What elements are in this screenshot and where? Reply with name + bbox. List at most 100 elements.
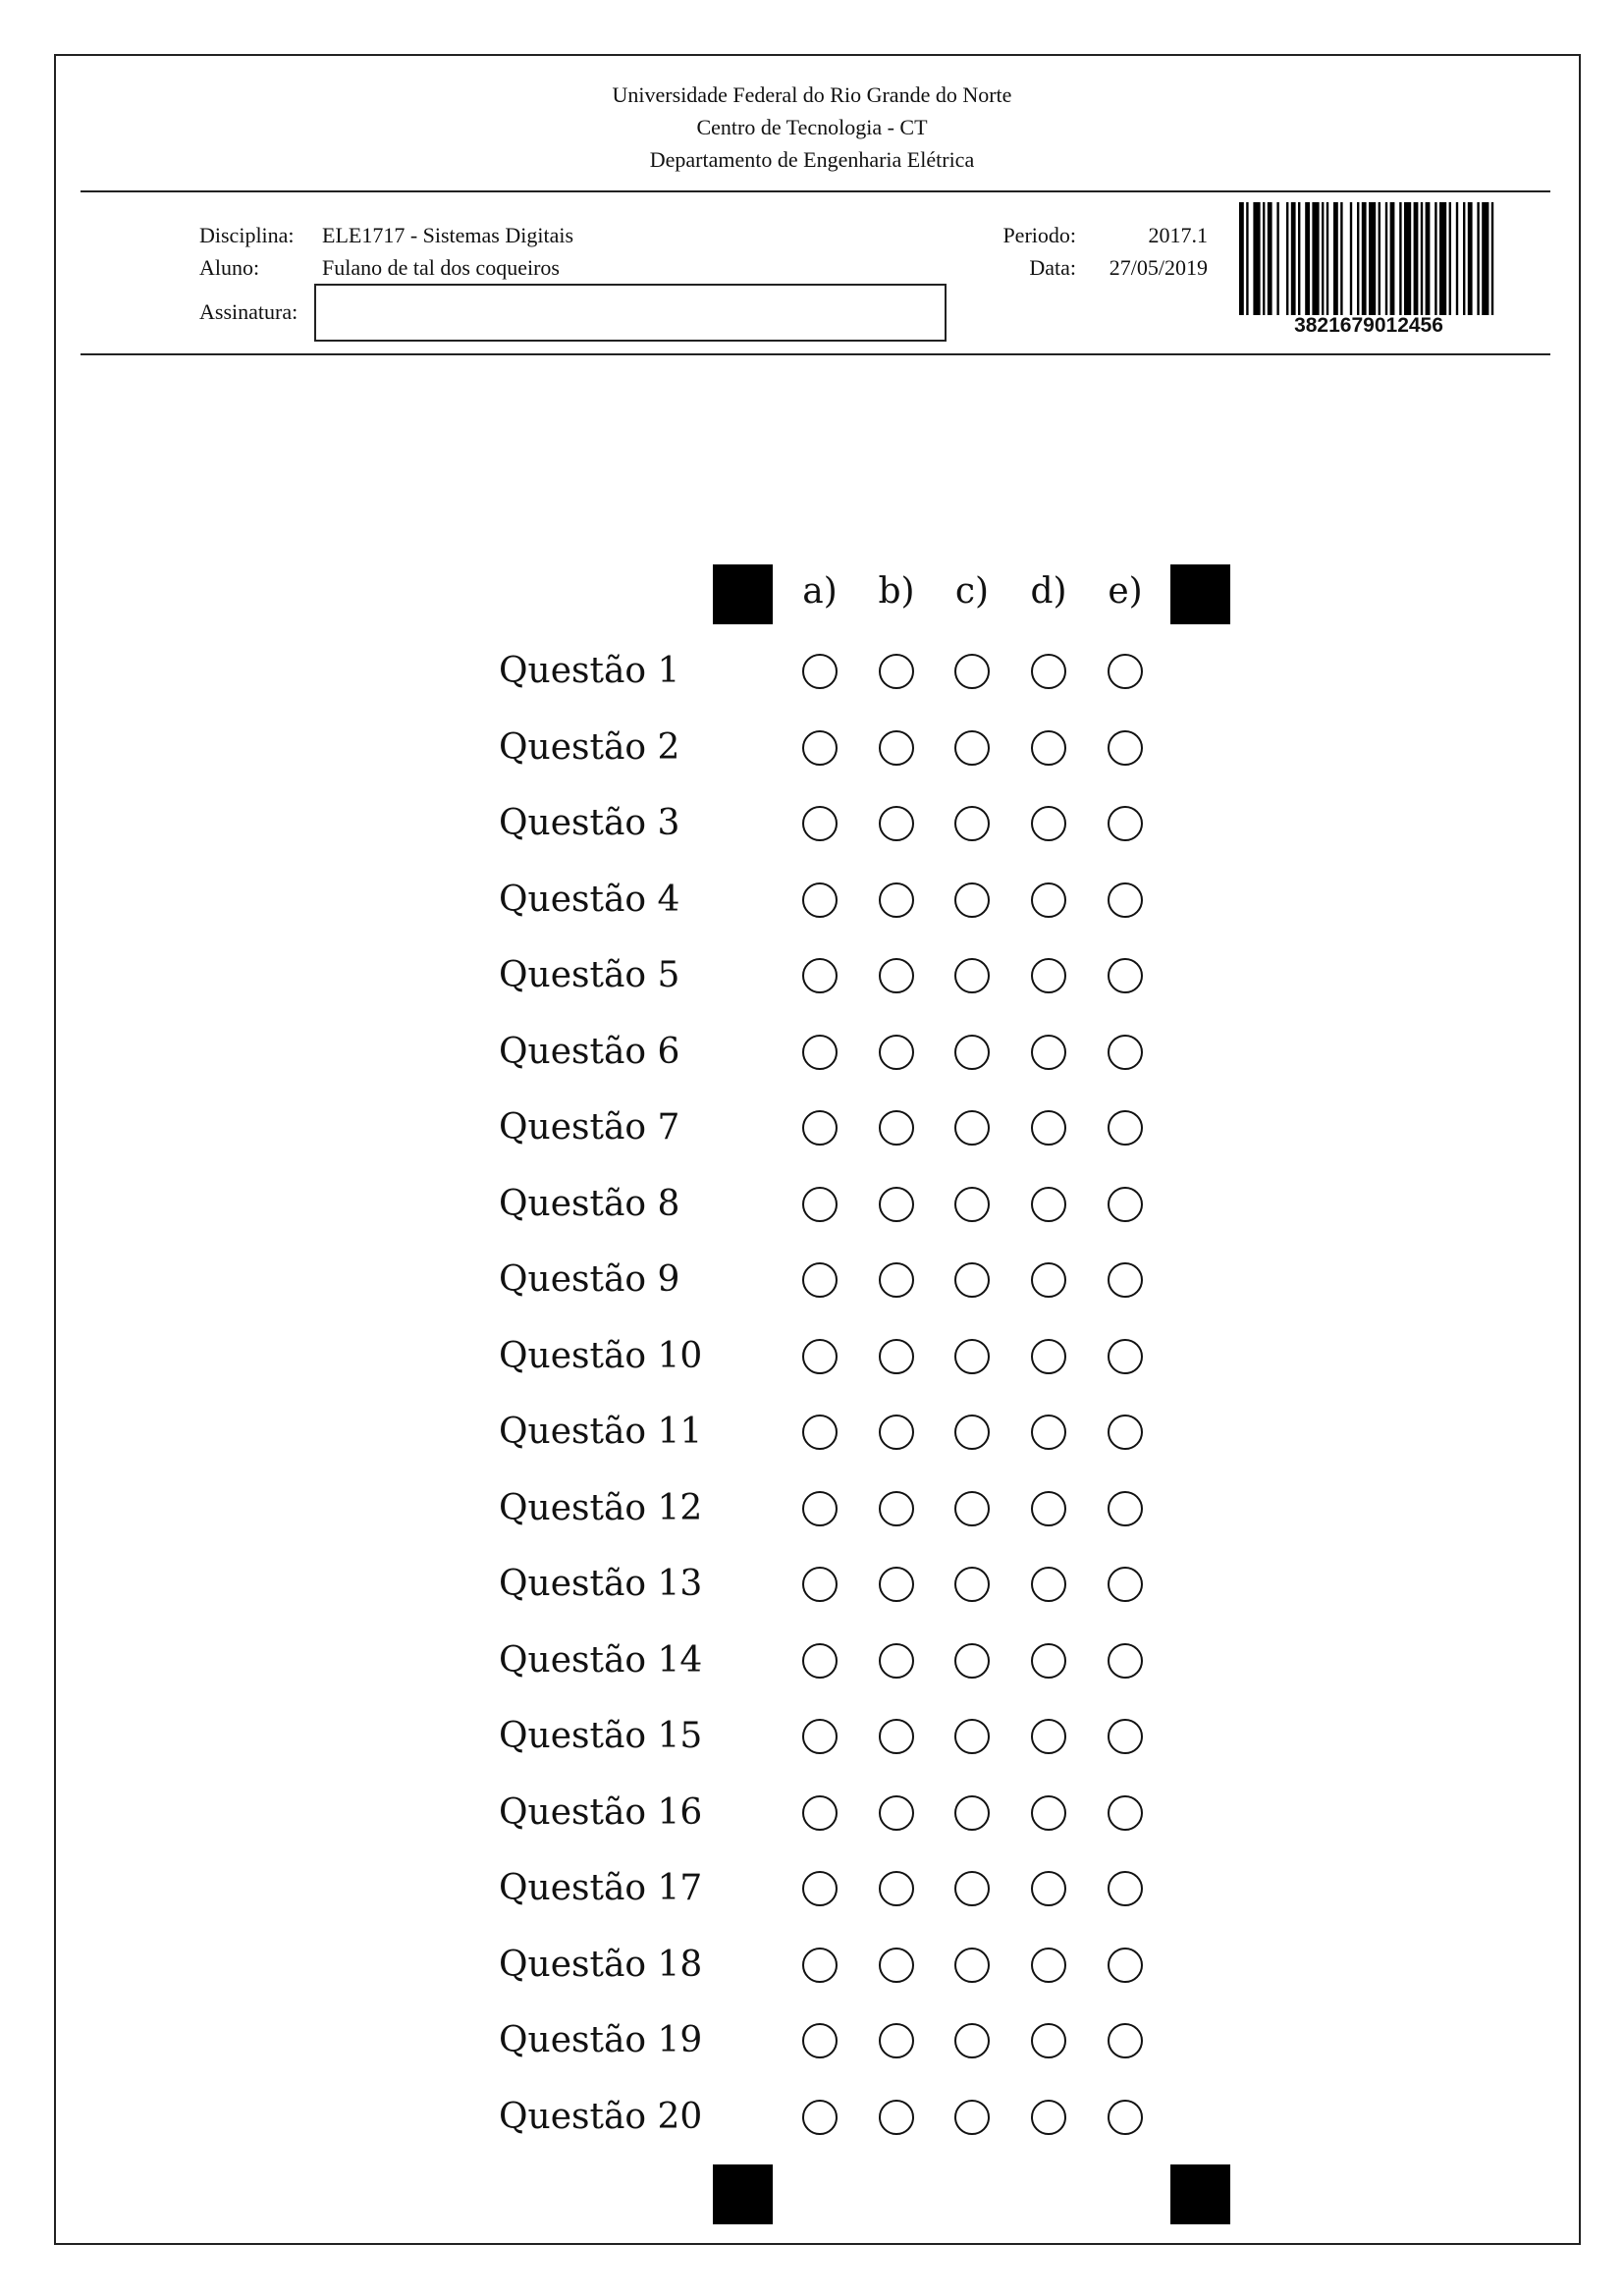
answer-bubble-q20-c[interactable]: [954, 2099, 990, 2135]
answer-bubble-q3-c[interactable]: [954, 806, 990, 841]
answer-bubble-q7-d[interactable]: [1031, 1110, 1066, 1146]
answer-bubble-q6-e[interactable]: [1108, 1034, 1143, 1070]
answer-bubble-q16-d[interactable]: [1031, 1794, 1066, 1831]
answer-bubble-q12-d[interactable]: [1031, 1490, 1066, 1526]
answer-bubble-q10-b[interactable]: [879, 1338, 914, 1374]
answer-bubble-q5-b[interactable]: [879, 958, 914, 993]
answer-bubble-q10-d[interactable]: [1031, 1338, 1066, 1374]
answer-bubble-q12-e[interactable]: [1108, 1490, 1143, 1526]
answer-bubble-q1-e[interactable]: [1108, 654, 1143, 689]
answer-bubble-q20-b[interactable]: [879, 2099, 914, 2135]
answer-bubble-q8-e[interactable]: [1108, 1186, 1143, 1222]
answer-bubble-q20-e[interactable]: [1108, 2099, 1143, 2135]
answer-bubble-q5-e[interactable]: [1108, 958, 1143, 993]
answer-bubble-q5-d[interactable]: [1031, 958, 1066, 993]
answer-bubble-q13-a[interactable]: [802, 1567, 838, 1602]
answer-bubble-q15-a[interactable]: [802, 1719, 838, 1754]
answer-bubble-q11-c[interactable]: [954, 1415, 990, 1450]
signature-field[interactable]: [314, 284, 947, 342]
answer-bubble-q7-b[interactable]: [879, 1110, 914, 1146]
answer-bubble-q2-c[interactable]: [954, 729, 990, 766]
answer-bubble-q17-c[interactable]: [954, 1871, 990, 1906]
answer-bubble-q17-a[interactable]: [802, 1871, 838, 1906]
answer-bubble-q12-b[interactable]: [879, 1490, 914, 1526]
answer-bubble-q17-e[interactable]: [1108, 1871, 1143, 1906]
answer-bubble-q13-d[interactable]: [1031, 1567, 1066, 1602]
answer-bubble-q10-e[interactable]: [1108, 1338, 1143, 1374]
answer-bubble-q14-e[interactable]: [1108, 1642, 1143, 1679]
answer-bubble-q4-e[interactable]: [1108, 881, 1143, 918]
answer-bubble-q5-a[interactable]: [802, 958, 838, 993]
answer-bubble-q18-e[interactable]: [1108, 1947, 1143, 1983]
answer-bubble-q19-b[interactable]: [879, 2023, 914, 2058]
answer-bubble-q6-c[interactable]: [954, 1034, 990, 1070]
answer-bubble-q15-c[interactable]: [954, 1719, 990, 1754]
answer-bubble-q19-a[interactable]: [802, 2023, 838, 2058]
answer-bubble-q3-a[interactable]: [802, 806, 838, 841]
answer-bubble-q8-c[interactable]: [954, 1186, 990, 1222]
answer-bubble-q2-d[interactable]: [1031, 729, 1066, 766]
answer-bubble-q1-c[interactable]: [954, 654, 990, 689]
answer-bubble-q6-a[interactable]: [802, 1034, 838, 1070]
answer-bubble-q3-e[interactable]: [1108, 806, 1143, 841]
answer-bubble-q15-e[interactable]: [1108, 1719, 1143, 1754]
answer-bubble-q7-a[interactable]: [802, 1110, 838, 1146]
answer-bubble-q9-c[interactable]: [954, 1262, 990, 1298]
answer-bubble-q16-a[interactable]: [802, 1794, 838, 1831]
answer-bubble-q4-b[interactable]: [879, 881, 914, 918]
answer-bubble-q16-e[interactable]: [1108, 1794, 1143, 1831]
answer-bubble-q18-a[interactable]: [802, 1947, 838, 1983]
answer-bubble-q4-c[interactable]: [954, 881, 990, 918]
answer-bubble-q11-e[interactable]: [1108, 1415, 1143, 1450]
answer-bubble-q18-c[interactable]: [954, 1947, 990, 1983]
answer-bubble-q18-b[interactable]: [879, 1947, 914, 1983]
answer-bubble-q4-d[interactable]: [1031, 881, 1066, 918]
answer-bubble-q2-a[interactable]: [802, 729, 838, 766]
answer-bubble-q1-b[interactable]: [879, 654, 914, 689]
answer-bubble-q9-a[interactable]: [802, 1262, 838, 1298]
answer-bubble-q11-b[interactable]: [879, 1415, 914, 1450]
answer-bubble-q7-c[interactable]: [954, 1110, 990, 1146]
answer-bubble-q2-b[interactable]: [879, 729, 914, 766]
answer-bubble-q6-b[interactable]: [879, 1034, 914, 1070]
answer-bubble-q10-a[interactable]: [802, 1338, 838, 1374]
answer-bubble-q6-d[interactable]: [1031, 1034, 1066, 1070]
answer-bubble-q7-e[interactable]: [1108, 1110, 1143, 1146]
answer-bubble-q13-c[interactable]: [954, 1567, 990, 1602]
answer-bubble-q14-b[interactable]: [879, 1642, 914, 1679]
answer-bubble-q19-c[interactable]: [954, 2023, 990, 2058]
answer-bubble-q1-d[interactable]: [1031, 654, 1066, 689]
answer-bubble-q16-c[interactable]: [954, 1794, 990, 1831]
answer-bubble-q12-a[interactable]: [802, 1490, 838, 1526]
answer-bubble-q8-a[interactable]: [802, 1186, 838, 1222]
answer-bubble-q20-a[interactable]: [802, 2099, 838, 2135]
answer-bubble-q5-c[interactable]: [954, 958, 990, 993]
answer-bubble-q11-a[interactable]: [802, 1415, 838, 1450]
answer-bubble-q14-a[interactable]: [802, 1642, 838, 1679]
answer-bubble-q13-b[interactable]: [879, 1567, 914, 1602]
answer-bubble-q19-e[interactable]: [1108, 2023, 1143, 2058]
answer-bubble-q19-d[interactable]: [1031, 2023, 1066, 2058]
answer-bubble-q1-a[interactable]: [802, 654, 838, 689]
answer-bubble-q4-a[interactable]: [802, 881, 838, 918]
answer-bubble-q9-e[interactable]: [1108, 1262, 1143, 1298]
answer-bubble-q15-d[interactable]: [1031, 1719, 1066, 1754]
answer-bubble-q17-b[interactable]: [879, 1871, 914, 1906]
answer-bubble-q10-c[interactable]: [954, 1338, 990, 1374]
answer-bubble-q8-d[interactable]: [1031, 1186, 1066, 1222]
answer-bubble-q15-b[interactable]: [879, 1719, 914, 1754]
answer-bubble-q20-d[interactable]: [1031, 2099, 1066, 2135]
answer-bubble-q9-d[interactable]: [1031, 1262, 1066, 1298]
answer-bubble-q12-c[interactable]: [954, 1490, 990, 1526]
answer-bubble-q16-b[interactable]: [879, 1794, 914, 1831]
answer-bubble-q13-e[interactable]: [1108, 1567, 1143, 1602]
answer-bubble-q17-d[interactable]: [1031, 1871, 1066, 1906]
answer-bubble-q9-b[interactable]: [879, 1262, 914, 1298]
answer-bubble-q2-e[interactable]: [1108, 729, 1143, 766]
answer-bubble-q18-d[interactable]: [1031, 1947, 1066, 1983]
answer-bubble-q14-d[interactable]: [1031, 1642, 1066, 1679]
answer-bubble-q3-b[interactable]: [879, 806, 914, 841]
answer-bubble-q11-d[interactable]: [1031, 1415, 1066, 1450]
answer-bubble-q14-c[interactable]: [954, 1642, 990, 1679]
answer-bubble-q3-d[interactable]: [1031, 806, 1066, 841]
